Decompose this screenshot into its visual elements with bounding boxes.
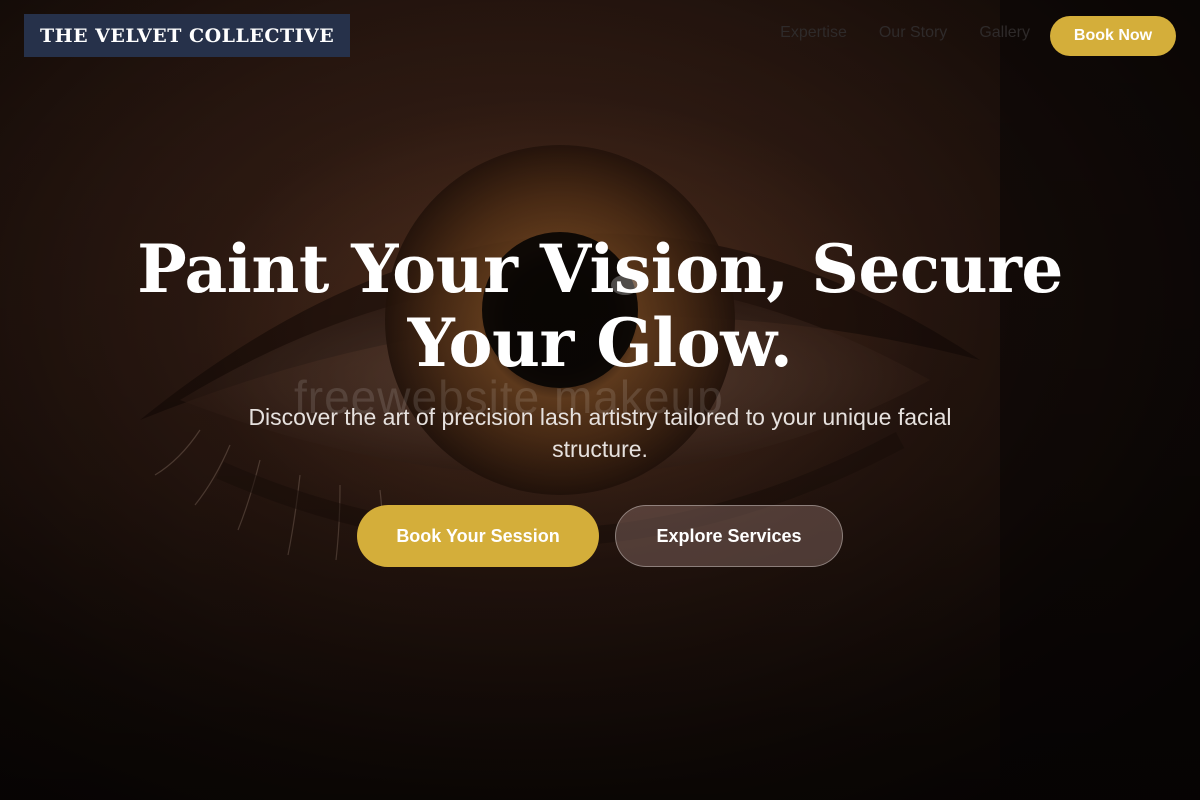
hero-headline: Paint Your Vision, Secure Your Glow. (137, 230, 1063, 382)
hero-subtext: Discover the art of precision lash artis… (248, 404, 952, 462)
nav-link-our-story[interactable]: Our Story (879, 24, 947, 42)
book-now-button[interactable]: Book Now (1050, 16, 1176, 56)
explore-services-button[interactable]: Explore Services (615, 505, 843, 567)
book-session-button[interactable]: Book Your Session (357, 505, 599, 567)
page: THE VELVET COLLECTIVE Expertise Our Stor… (0, 0, 1200, 800)
main-nav: Expertise Our Story Gallery (780, 24, 1030, 42)
nav-link-gallery[interactable]: Gallery (979, 24, 1030, 42)
nav-link-expertise[interactable]: Expertise (780, 24, 847, 42)
brand-logo[interactable]: THE VELVET COLLECTIVE (24, 14, 351, 57)
